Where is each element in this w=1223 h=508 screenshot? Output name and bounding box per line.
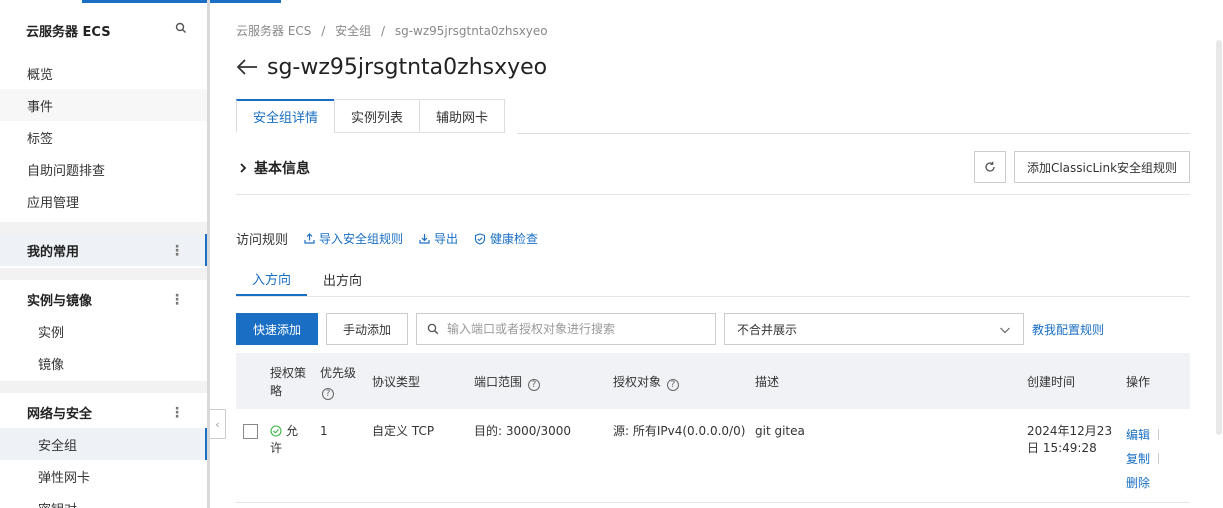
more-icon[interactable]: ⋮	[170, 292, 184, 308]
more-icon[interactable]: ⋮	[170, 243, 184, 259]
search-icon[interactable]	[175, 22, 187, 34]
section-divider	[236, 194, 1190, 195]
search-icon	[427, 323, 439, 335]
sidebar-section-favorites[interactable]: 我的常用 ⋮	[0, 231, 207, 269]
cell-policy: 允 许	[270, 424, 299, 455]
help-icon[interactable]: ?	[527, 379, 540, 391]
header-protocol: 协议类型	[372, 375, 421, 389]
quick-add-button[interactable]: 快速添加	[236, 313, 318, 345]
row-checkbox[interactable]	[243, 424, 258, 439]
header-description: 描述	[755, 375, 780, 389]
header-created: 创建时间	[1027, 375, 1076, 389]
delete-link[interactable]: 删除	[1126, 474, 1150, 491]
export-icon	[419, 234, 430, 244]
sidebar-divider	[0, 268, 207, 280]
breadcrumb: 云服务器 ECS / 安全组 / sg-wz95jrsgtnta0zhsxyeo	[236, 22, 554, 39]
action-separator	[1158, 429, 1159, 440]
teach-config-link[interactable]: 教我配置规则	[1032, 321, 1104, 338]
sidebar-item-app-management[interactable]: 应用管理	[0, 185, 207, 217]
cell-port: 目的: 3000/3000	[474, 424, 571, 438]
breadcrumb-separator: /	[321, 24, 326, 38]
health-check-link[interactable]: 健康检查	[474, 230, 538, 247]
sidebar-title: 云服务器 ECS	[26, 25, 111, 40]
sidebar-item-security-group[interactable]: 安全组	[0, 428, 207, 460]
cell-source: 源: 所有IPv4(0.0.0.0/0)	[613, 424, 746, 438]
add-classiclink-rule-button[interactable]: 添加ClassicLink安全组规则	[1014, 151, 1190, 183]
page-scrollbar[interactable]	[1215, 0, 1223, 508]
tabs-divider	[517, 133, 1190, 134]
basic-info-label: 基本信息	[254, 161, 310, 177]
export-link[interactable]: 导出	[419, 230, 458, 247]
direction-tabs: 入方向 出方向	[236, 262, 378, 296]
header-port: 端口范围 ?	[474, 373, 540, 391]
access-rules-label: 访问规则	[236, 233, 289, 248]
sidebar-section-instances[interactable]: 实例与镜像 ⋮	[0, 280, 207, 318]
refresh-icon	[985, 161, 995, 172]
breadcrumb-item-current: sg-wz95jrsgtnta0zhsxyeo	[394, 24, 548, 38]
access-rules-bar: 访问规则 导入安全组规则 导出 健康检查	[236, 229, 554, 248]
merge-display-select[interactable]: 不合并展示	[724, 313, 1024, 345]
header-priority: 优先级 ?	[320, 366, 357, 400]
check-circle-icon	[270, 425, 282, 437]
detail-tabs: 安全组详情 实例列表 辅助网卡	[236, 99, 506, 133]
sidebar-item-overview[interactable]: 概览	[0, 57, 207, 89]
manual-add-button[interactable]: 手动添加	[326, 313, 408, 345]
sidebar-divider	[0, 381, 207, 393]
sidebar-top-indicator	[82, 0, 281, 3]
tab-inbound[interactable]: 入方向	[236, 262, 308, 296]
import-rules-link[interactable]: 导入安全组规则	[304, 230, 403, 247]
direction-tabs-divider	[236, 296, 1190, 297]
sidebar-item-troubleshoot[interactable]: 自助问题排查	[0, 153, 207, 185]
sidebar-item-keypairs[interactable]: 密钥对	[0, 492, 207, 508]
header-source: 授权对象 ?	[613, 373, 679, 391]
scrollbar-thumb[interactable]	[1216, 40, 1222, 435]
refresh-button[interactable]	[974, 151, 1006, 183]
cell-protocol: 自定义 TCP	[372, 424, 435, 438]
ecs-console: 云服务器 ECS 概览 事件 标签 自助问题排查 应用管理 我的常用 ⋮ 实例与…	[0, 0, 1223, 508]
action-separator	[1158, 453, 1159, 464]
help-icon[interactable]: ?	[322, 388, 334, 400]
page-title: sg-wz95jrsgtnta0zhsxyeo	[267, 55, 548, 80]
sidebar: 云服务器 ECS 概览 事件 标签 自助问题排查 应用管理 我的常用 ⋮ 实例与…	[0, 0, 281, 508]
cell-description: git gitea	[755, 424, 805, 438]
sidebar-item-eni[interactable]: 弹性网卡	[0, 460, 207, 492]
sidebar-item-events[interactable]: 事件	[0, 89, 207, 121]
collapse-sidebar-button[interactable]: ‹	[210, 409, 226, 439]
breadcrumb-item-security-groups[interactable]: 安全组	[335, 24, 371, 38]
header-actions: 操作	[1126, 375, 1151, 389]
import-icon	[304, 233, 315, 244]
search-input[interactable]	[447, 322, 707, 336]
tab-secondary-eni[interactable]: 辅助网卡	[419, 99, 506, 133]
chevron-right-icon	[240, 163, 247, 173]
cell-created: 2024年12月23 日 15:49:28	[1027, 424, 1113, 455]
tab-instance-list[interactable]: 实例列表	[334, 99, 421, 133]
sidebar-item-images[interactable]: 镜像	[0, 347, 207, 379]
cell-priority: 1	[320, 424, 328, 438]
more-icon[interactable]: ⋮	[170, 405, 184, 421]
breadcrumb-item-ecs[interactable]: 云服务器 ECS	[236, 24, 311, 38]
sidebar-section-network[interactable]: 网络与安全 ⋮	[0, 393, 207, 431]
chevron-down-icon	[1000, 327, 1010, 334]
basic-info-toggle[interactable]: 基本信息	[238, 158, 310, 178]
edit-link[interactable]: 编辑	[1126, 426, 1150, 443]
copy-link[interactable]: 复制	[1126, 450, 1150, 467]
help-icon[interactable]: ?	[666, 379, 679, 391]
back-arrow-icon[interactable]	[236, 58, 258, 76]
sidebar-item-instances[interactable]: 实例	[0, 315, 207, 347]
header-policy: 授权策 略	[270, 366, 307, 398]
tab-sg-details[interactable]: 安全组详情	[236, 99, 336, 133]
tab-outbound[interactable]: 出方向	[307, 262, 378, 296]
search-box	[416, 313, 716, 345]
sidebar-item-tags[interactable]: 标签	[0, 121, 207, 153]
merge-select-value: 不合并展示	[737, 322, 798, 337]
shield-check-icon	[474, 232, 486, 245]
breadcrumb-separator: /	[380, 24, 385, 38]
